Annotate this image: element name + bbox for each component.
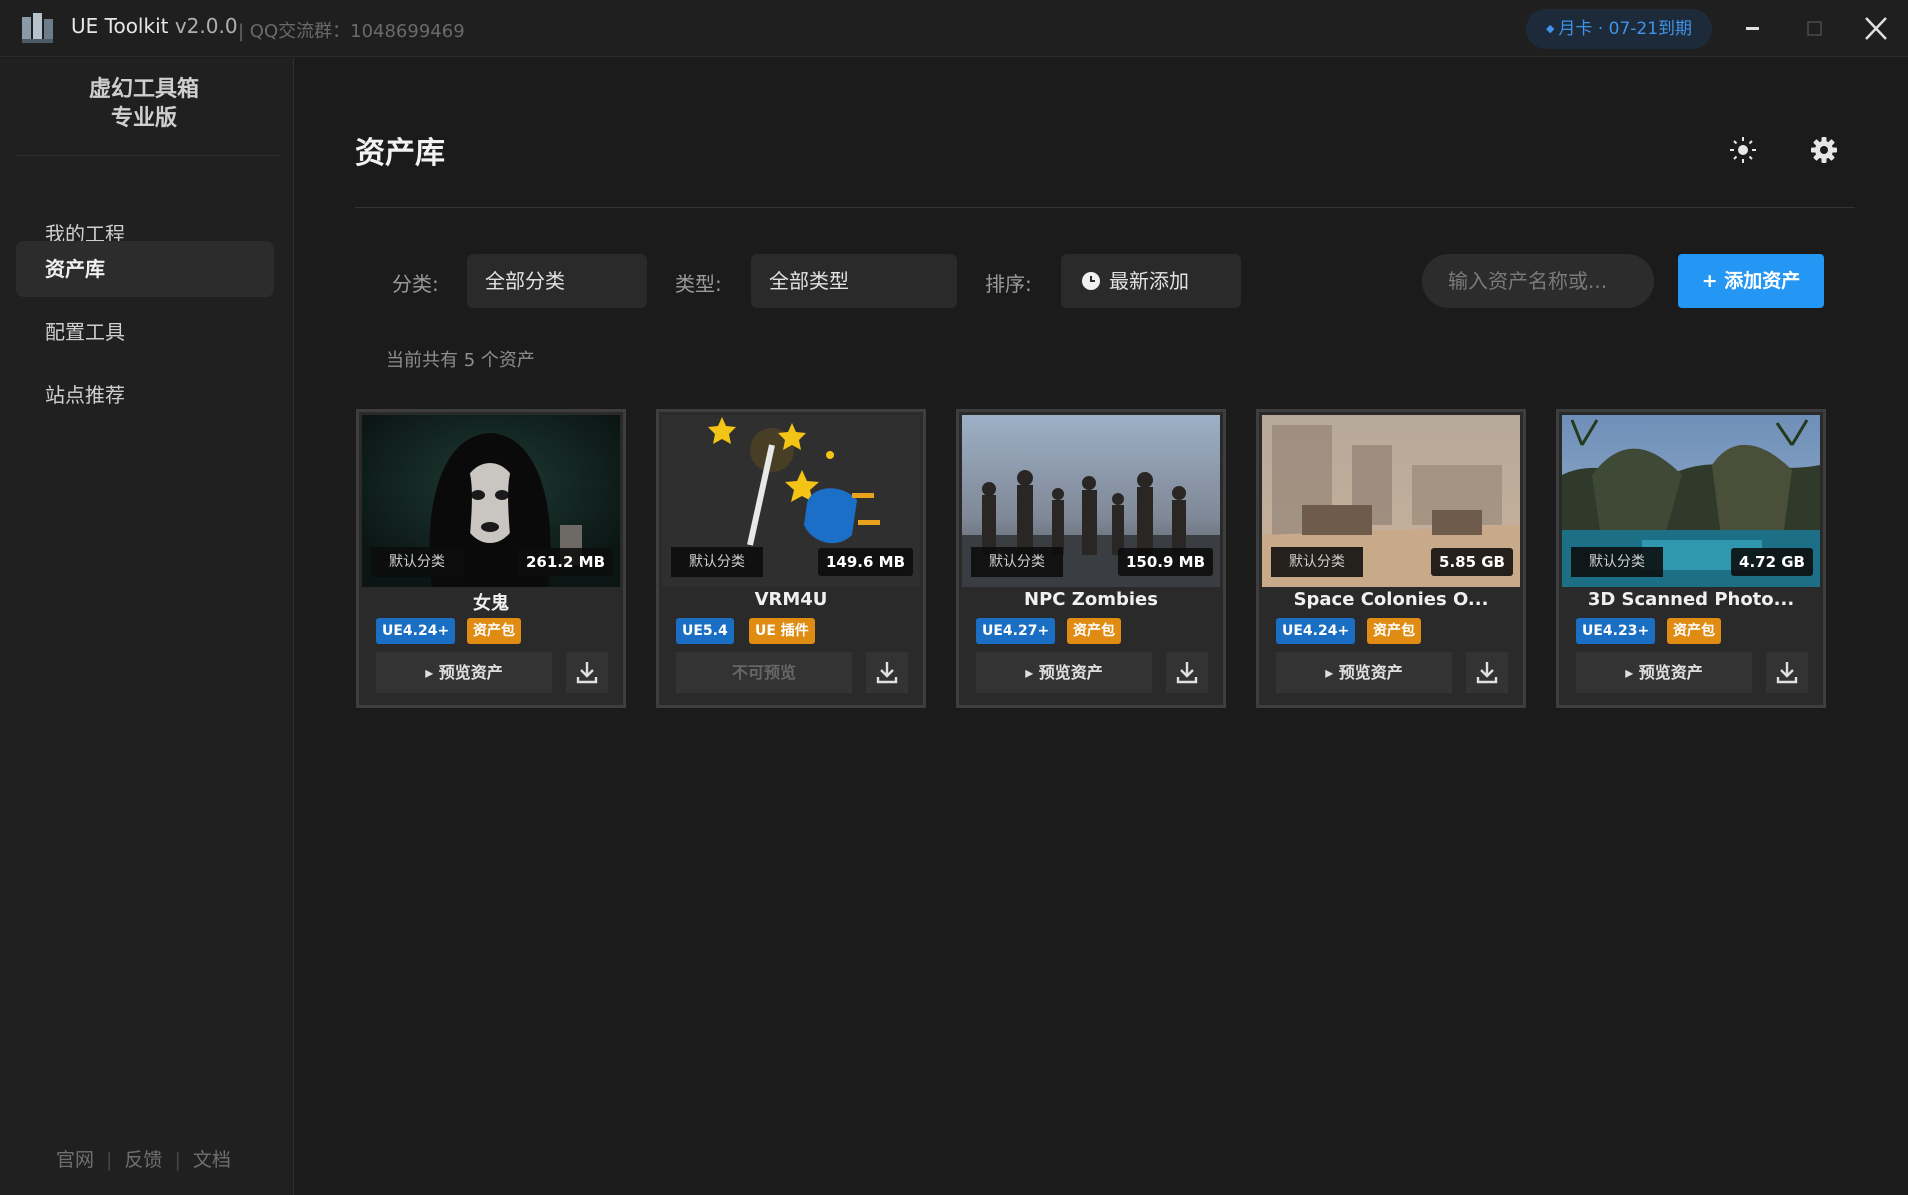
type-badge: 资产包 [1067,618,1121,644]
category-tag: 默认分类 [971,547,1063,577]
preview-button[interactable]: ▸ 预览资产 [376,652,552,693]
maximize-button[interactable] [1792,8,1836,50]
version-badge: UE4.24+ [376,618,456,644]
preview-button[interactable]: 不可预览 [676,652,852,693]
category-tag: 默认分类 [671,547,763,577]
asset-card[interactable]: 默认分类 261.2 MB 女鬼 UE4.24+ 资产包 ▸ 预览资产 [356,409,626,708]
version-badge: UE4.23+ [1576,618,1656,644]
title-divider [355,207,1855,208]
minimize-button[interactable] [1730,8,1774,50]
clock-icon [1082,272,1100,290]
category-tag: 默认分类 [1271,547,1363,577]
diamond-icon: ◆ [1545,22,1555,35]
sidebar-footer: 官网 | 反馈 | 文档 [56,1149,231,1171]
footer-link-docs[interactable]: 文档 [193,1149,231,1171]
asset-name: Space Colonies O... [1293,589,1489,610]
sidebar-item-asset-library[interactable]: 资产库 [16,241,274,297]
brand-divider [16,155,280,156]
size-tag: 261.2 MB [517,548,613,576]
preview-button[interactable]: ▸ 预览资产 [1276,652,1452,693]
type-badge: 资产包 [1367,618,1421,644]
version-badge: UE4.27+ [976,618,1056,644]
asset-name: 3D Scanned Photo... [1587,589,1795,610]
sidebar-item-config-tools[interactable]: 配置工具 [16,304,274,360]
footer-link-feedback[interactable]: 反馈 [124,1149,162,1171]
category-label: 分类: [392,272,439,296]
app-title: UE Toolkit v2.0.0 [71,14,238,38]
type-select[interactable]: 全部类型 [751,254,957,308]
download-icon [876,662,898,684]
sidebar: 虚幻工具箱 专业版 我的工程 资产库 配置工具 站点推荐 官网 | 反馈 | 文档 [0,58,294,1195]
download-icon [1176,662,1198,684]
asset-card[interactable]: 默认分类 150.9 MB NPC Zombies UE4.27+ 资产包 ▸ … [956,409,1226,708]
theme-toggle-button[interactable] [1728,135,1758,165]
download-button[interactable] [1766,652,1808,693]
brand: 虚幻工具箱 专业版 [0,75,288,133]
close-button[interactable] [1854,8,1898,50]
asset-name: VRM4U [754,589,828,610]
maximize-icon [1807,21,1822,36]
app-logo-icon [22,13,53,43]
asset-card[interactable]: 默认分类 4.72 GB 3D Scanned Photo... UE4.23+… [1556,409,1826,708]
subscription-badge[interactable]: ◆ 月卡 · 07-21到期 [1526,9,1712,49]
type-badge: 资产包 [467,618,521,644]
category-tag: 默认分类 [1571,547,1663,577]
download-button[interactable] [1166,652,1208,693]
download-icon [1476,662,1498,684]
search-input[interactable] [1422,254,1654,308]
sun-icon [1730,137,1756,163]
type-label: 类型: [675,272,722,296]
asset-name: NPC Zombies [1024,589,1158,610]
category-select[interactable]: 全部分类 [467,254,647,308]
asset-card[interactable]: 默认分类 149.6 MB VRM4U UE5.4 UE 插件 不可预览 [656,409,926,708]
download-icon [1776,662,1798,684]
type-badge: 资产包 [1667,618,1721,644]
qq-group-info: | QQ交流群：1048699469 [238,21,465,42]
app-name: UE Toolkit [71,14,169,38]
download-button[interactable] [866,652,908,693]
asset-count: 当前共有 5 个资产 [386,350,535,371]
sidebar-item-site-recommend[interactable]: 站点推荐 [16,367,274,423]
footer-link-website[interactable]: 官网 [56,1149,94,1171]
asset-card[interactable]: 默认分类 5.85 GB Space Colonies O... UE4.24+… [1256,409,1526,708]
download-button[interactable] [566,652,608,693]
settings-button[interactable] [1809,135,1839,165]
download-button[interactable] [1466,652,1508,693]
size-tag: 149.6 MB [817,548,913,576]
brand-name: 虚幻工具箱 [88,77,199,102]
add-asset-button[interactable]: + 添加资产 [1678,254,1824,308]
app-version: v2.0.0 [174,14,238,38]
gear-icon [1811,137,1837,163]
size-tag: 150.9 MB [1117,548,1213,576]
version-badge: UE5.4 [676,618,734,644]
title-bar: UE Toolkit v2.0.0 | QQ交流群：1048699469 ◆ 月卡… [0,0,1908,57]
sort-value: 最新添加 [1109,269,1189,293]
asset-name: 女鬼 [473,593,509,614]
type-badge: UE 插件 [749,618,815,644]
subscription-text: 月卡 · 07-21到期 [1558,19,1693,39]
version-badge: UE4.24+ [1276,618,1356,644]
page-title: 资产库 [355,136,445,171]
download-icon [576,662,598,684]
size-tag: 5.85 GB [1431,548,1513,576]
preview-button[interactable]: ▸ 预览资产 [976,652,1152,693]
sort-select[interactable]: 最新添加 [1061,254,1241,308]
category-tag: 默认分类 [371,547,463,577]
minimize-icon [1746,27,1759,30]
sort-label: 排序: [985,272,1032,296]
size-tag: 4.72 GB [1731,548,1813,576]
brand-edition: 专业版 [110,106,177,131]
preview-button[interactable]: ▸ 预览资产 [1576,652,1752,693]
close-icon [1865,17,1887,40]
